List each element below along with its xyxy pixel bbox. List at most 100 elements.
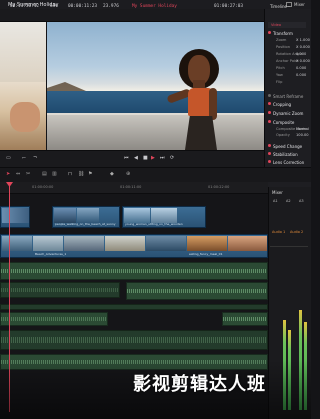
mixer-title: Mixer bbox=[272, 190, 283, 195]
timeline-clip[interactable]: young_woman_sitting_on_the_wooden bbox=[122, 206, 206, 228]
value-composite-mode[interactable]: Normal bbox=[296, 127, 309, 131]
prop-value[interactable]: 0.000 bbox=[296, 66, 306, 70]
frame-rate: 23.976 bbox=[103, 4, 119, 9]
blade-tool-icon[interactable]: ✂ bbox=[26, 171, 30, 177]
audio-waveform bbox=[1, 317, 107, 321]
viewer-railing bbox=[47, 115, 264, 150]
linked-selection-icon[interactable]: ⛓ bbox=[78, 171, 84, 177]
section-stabilization[interactable]: Stabilization bbox=[273, 152, 298, 157]
mixer-divider bbox=[270, 246, 308, 247]
value-opacity[interactable]: 100.00 bbox=[296, 133, 309, 137]
marker-icon[interactable]: ◆ bbox=[110, 171, 114, 177]
audio-clip[interactable] bbox=[0, 312, 108, 326]
smart-reframe-dot[interactable] bbox=[268, 94, 271, 97]
source-viewer[interactable] bbox=[0, 22, 46, 150]
audio-clip[interactable] bbox=[0, 330, 268, 350]
inspector-tab-video[interactable]: Video bbox=[271, 23, 281, 27]
play-reverse-icon[interactable]: ◀ bbox=[134, 155, 138, 161]
clip-thumbnail bbox=[33, 236, 63, 251]
clip-label: people_walking_on_the_beach_at_sunny bbox=[55, 222, 116, 226]
audio-waveform bbox=[127, 288, 267, 294]
flag-icon[interactable]: ⚑ bbox=[88, 171, 92, 177]
section-composite[interactable]: Composite bbox=[273, 120, 294, 125]
prop-value[interactable]: 0.000 bbox=[296, 73, 306, 77]
timeline-timecode: 01:00:27:03 bbox=[214, 4, 244, 9]
prop-opacity: Opacity bbox=[276, 133, 290, 137]
mixer-bus-label: Audio 1 bbox=[272, 230, 286, 234]
viewer-sea bbox=[47, 91, 264, 113]
selection-tool-icon[interactable]: ➤ bbox=[6, 171, 10, 177]
clip-label: Beach_Adventures_1 bbox=[35, 252, 67, 256]
prop-value[interactable]: X 1.000 bbox=[296, 38, 310, 42]
zoom-level[interactable]: 63% bbox=[50, 4, 58, 9]
section-transform[interactable]: Transform bbox=[273, 31, 293, 36]
mixer-channel-a3: A3 bbox=[299, 199, 304, 203]
section-lens-correction[interactable]: Lens Correction bbox=[273, 160, 304, 165]
trim-tool-icon[interactable]: ⇔ bbox=[16, 171, 20, 177]
mark-out-icon[interactable]: ¬ bbox=[33, 155, 37, 161]
clip-thumbnail bbox=[187, 236, 227, 251]
clip-duration: 00:00:11:23 bbox=[68, 4, 98, 9]
source-timecode: 00:11:58:12 bbox=[10, 4, 40, 9]
clip-thumbnail bbox=[64, 236, 104, 251]
audio-clip[interactable] bbox=[0, 282, 120, 298]
prop-value[interactable]: X 0.000 bbox=[296, 59, 310, 63]
clip-thumbnail bbox=[54, 208, 76, 223]
prop-label: Yaw bbox=[276, 73, 283, 77]
section-cropping[interactable]: Cropping bbox=[273, 102, 291, 107]
subject-skirt bbox=[185, 116, 217, 150]
mark-in-icon[interactable]: ⌐ bbox=[22, 155, 26, 161]
clip-tool-icon[interactable]: ▭ bbox=[6, 155, 11, 161]
clip-thumbnail bbox=[2, 208, 29, 223]
timeline-viewer[interactable] bbox=[47, 22, 264, 150]
cropping-dot[interactable] bbox=[268, 102, 271, 105]
composite-dot[interactable] bbox=[268, 120, 271, 123]
section-dynamic-zoom[interactable]: Dynamic Zoom bbox=[273, 111, 303, 116]
next-frame-icon[interactable]: ⏭ bbox=[160, 155, 165, 161]
audio-clip[interactable] bbox=[126, 282, 268, 300]
mixer-channel-a1: A1 bbox=[273, 199, 278, 203]
dynamic-zoom-dot[interactable] bbox=[268, 111, 271, 114]
section-smart-reframe[interactable]: Smart Reframe bbox=[273, 94, 303, 99]
source-sky bbox=[0, 22, 46, 82]
loop-icon[interactable]: ⟳ bbox=[170, 155, 174, 161]
clip-thumbnail bbox=[228, 236, 267, 251]
insert-clip-icon[interactable]: ▤ bbox=[42, 171, 47, 177]
clip-label: eating_fancy_meal_01 bbox=[189, 252, 223, 256]
lens-correction-dot[interactable] bbox=[268, 160, 271, 163]
clip-thumbnail bbox=[124, 208, 150, 223]
stabilization-dot[interactable] bbox=[268, 152, 271, 155]
audio-clip[interactable] bbox=[222, 312, 268, 326]
clip-thumbnail bbox=[105, 236, 145, 251]
timeline-name-dropdown[interactable]: My Summer Holiday bbox=[132, 4, 177, 9]
ruler-label: 01:00:11:00 bbox=[120, 185, 142, 189]
audio-waveform bbox=[223, 317, 267, 321]
snapping-icon[interactable]: ⊓ bbox=[68, 171, 72, 177]
source-subject bbox=[10, 102, 40, 132]
prop-value[interactable]: X 0.000 bbox=[296, 45, 310, 49]
timeline-clip[interactable]: Beach_Adventures_1 eating_fancy_meal_01 bbox=[0, 234, 268, 258]
clip-thumbnail bbox=[151, 208, 177, 223]
audio-waveform bbox=[1, 337, 267, 343]
ruler-label: 01:00:22:00 bbox=[208, 185, 230, 189]
timeline-clip[interactable]: people_walking_on_the_beach_at_sunny bbox=[52, 206, 120, 228]
prop-label: Position bbox=[276, 45, 290, 49]
audio-waveform bbox=[1, 287, 119, 293]
watermark-title: 影视剪辑达人班 bbox=[133, 374, 266, 395]
stop-icon[interactable]: ■ bbox=[143, 155, 148, 161]
speed-change-dot[interactable] bbox=[268, 144, 271, 147]
transform-enabled-dot[interactable] bbox=[268, 31, 271, 34]
audio-clip[interactable] bbox=[0, 262, 268, 280]
prop-label: Flip bbox=[276, 80, 283, 84]
section-speed-change[interactable]: Speed Change bbox=[273, 144, 302, 149]
prop-value[interactable]: 0.000 bbox=[296, 52, 306, 56]
audio-clip[interactable] bbox=[0, 304, 268, 310]
play-icon[interactable]: ▶ bbox=[151, 155, 155, 161]
clip-thumbnail bbox=[2, 236, 32, 251]
overwrite-clip-icon[interactable]: ▥ bbox=[52, 171, 57, 177]
zoom-icon[interactable]: ⊕ bbox=[126, 171, 130, 177]
clip-thumbnail bbox=[146, 236, 186, 251]
prev-frame-icon[interactable]: ⏮ bbox=[124, 155, 129, 161]
timeline-clip[interactable] bbox=[0, 206, 30, 228]
clip-label: young_woman_sitting_on_the_wooden bbox=[125, 222, 183, 226]
